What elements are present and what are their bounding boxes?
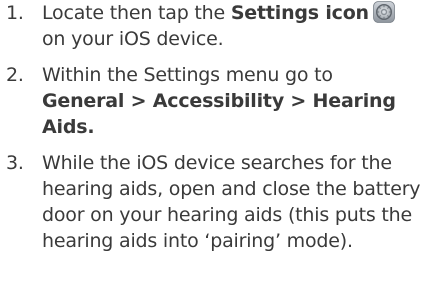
step-2-text: Within the Settings menu go to (42, 64, 333, 86)
instruction-steps: 1. Locate then tap the Settings icon on … (0, 0, 430, 254)
step-2: 2. Within the Settings menu go to Genera… (0, 62, 430, 140)
step-1-number: 1. (6, 2, 24, 24)
step-2-body: Within the Settings menu go to General >… (42, 62, 422, 140)
step-3-body: While the iOS device searches for the he… (42, 152, 421, 252)
step-1: 1. Locate then tap the Settings icon on … (0, 0, 430, 52)
step-1-body: Locate then tap the Settings icon on you… (42, 0, 422, 52)
step-3: 3. While the iOS device searches for the… (0, 150, 430, 254)
step-2-number: 2. (6, 64, 24, 86)
settings-icon-label: Settings icon (230, 2, 369, 24)
step-1-text-before: Locate then tap the (42, 2, 231, 24)
settings-gear-icon (372, 1, 395, 23)
step-1-text-after: on your iOS device. (42, 28, 224, 50)
step-3-number: 3. (6, 152, 24, 174)
settings-path: General > Accessibility > Hearing Aids. (42, 90, 396, 138)
